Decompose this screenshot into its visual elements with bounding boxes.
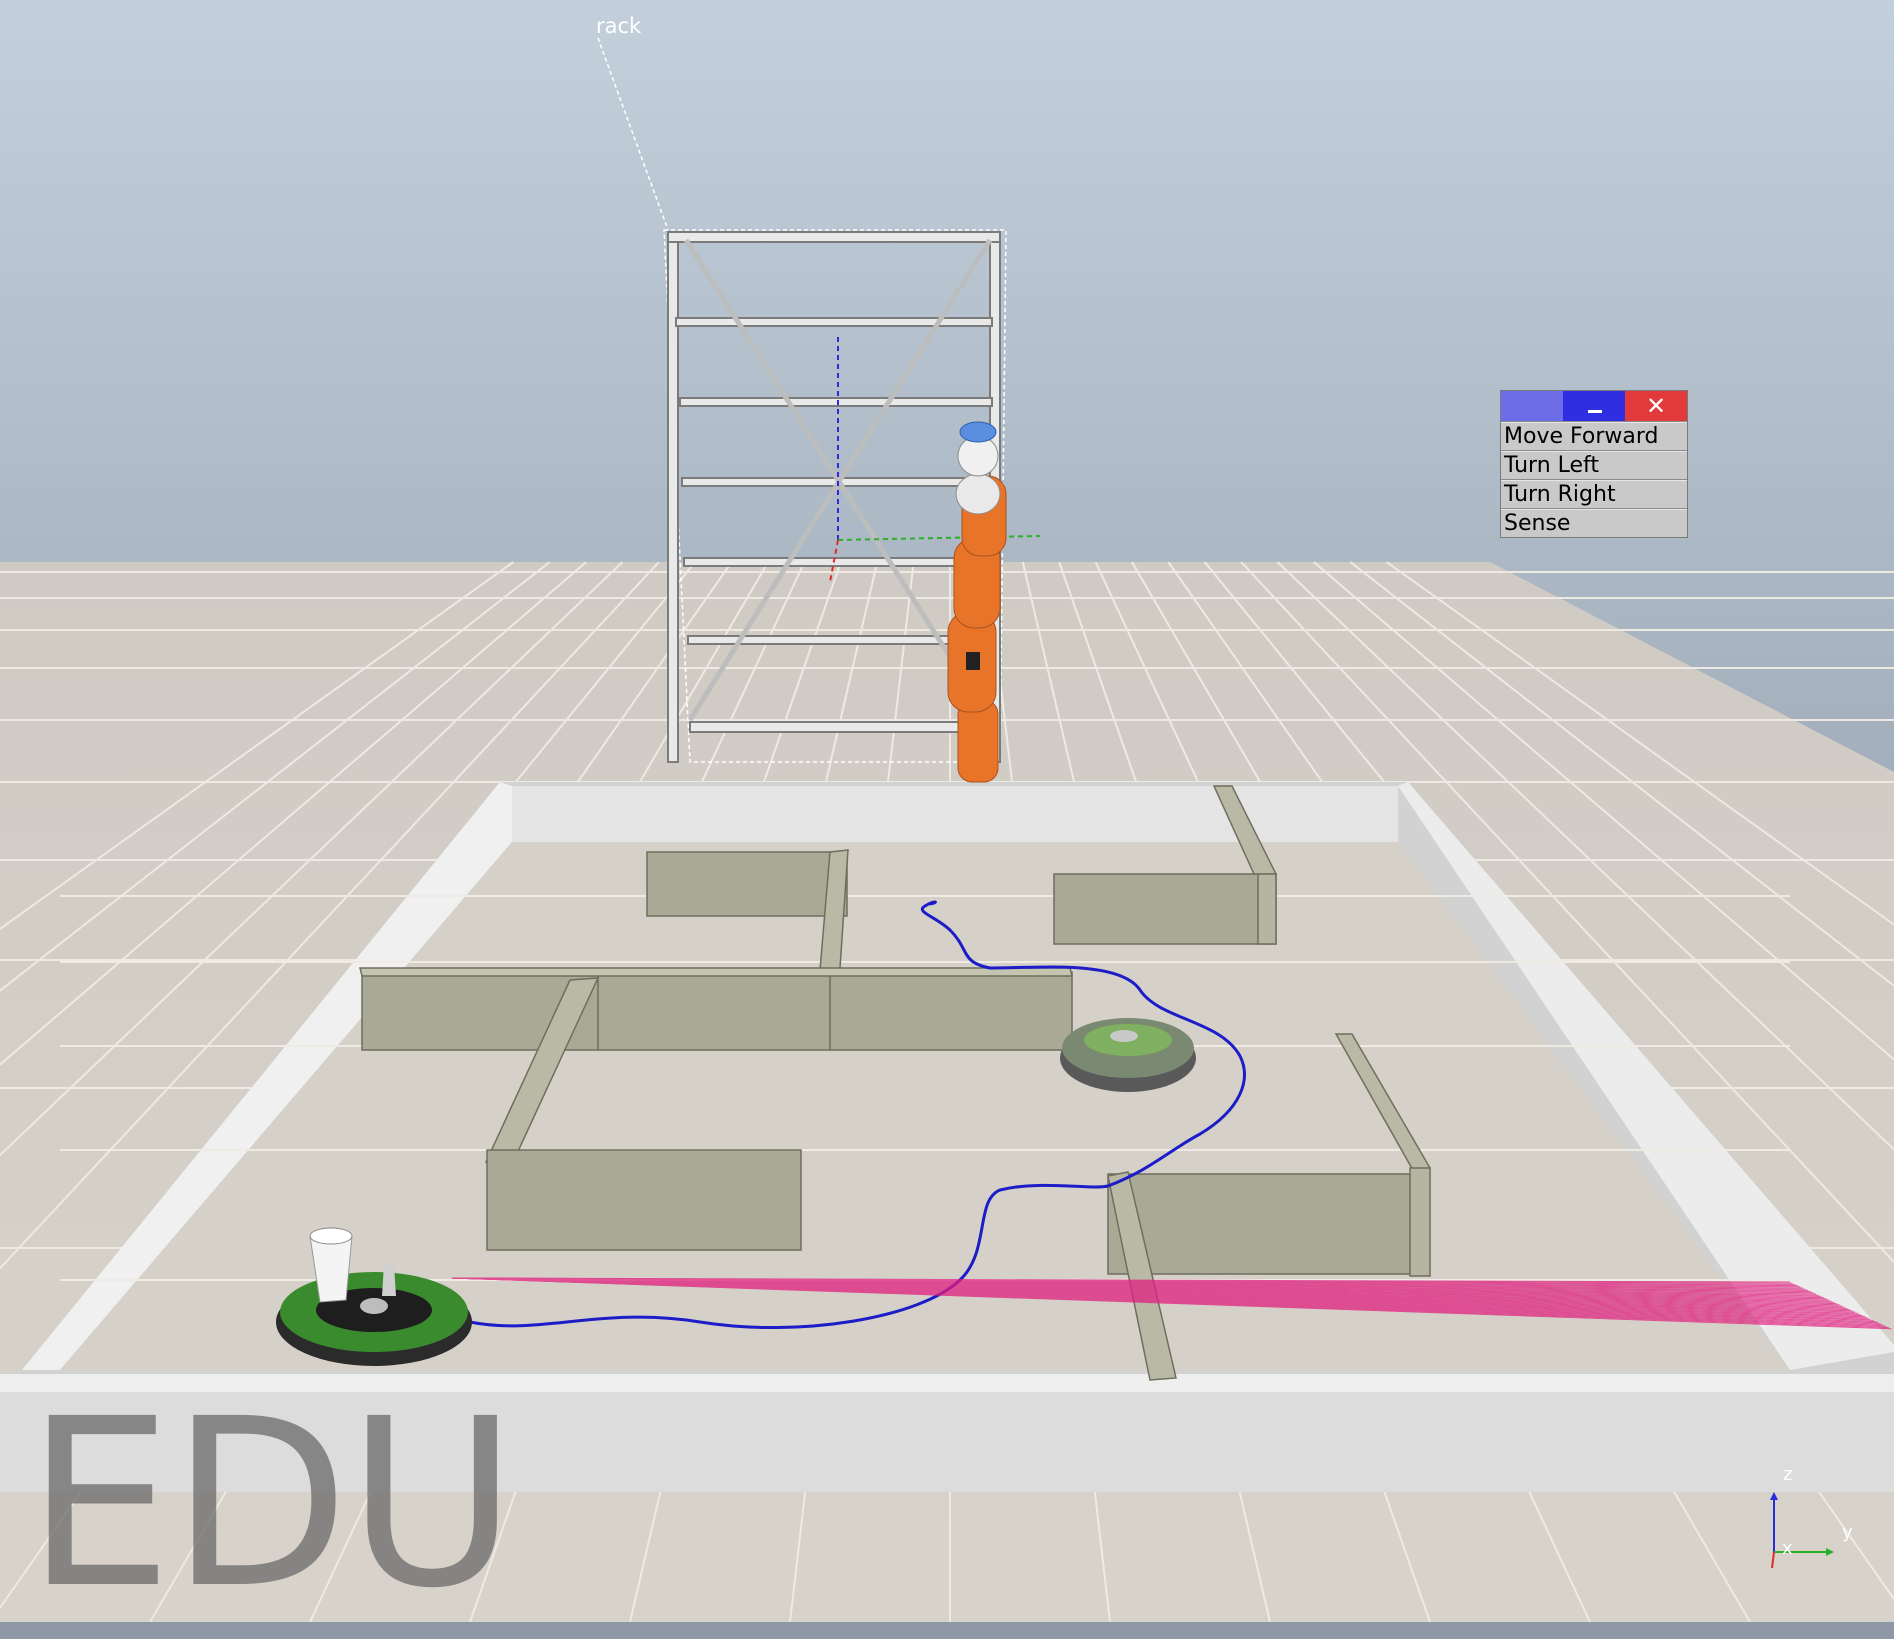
edu-watermark: EDU bbox=[26, 1369, 517, 1639]
menu-item-move-forward[interactable]: Move Forward bbox=[1501, 421, 1687, 450]
command-window[interactable]: ✕ Move Forward Turn Left Turn Right Sens… bbox=[1500, 390, 1688, 538]
command-window-titlebar[interactable]: ✕ bbox=[1501, 391, 1687, 421]
axis-label-y: y bbox=[1842, 1522, 1853, 1543]
axis-label-x: x bbox=[1782, 1538, 1793, 1559]
menu-item-sense[interactable]: Sense bbox=[1501, 508, 1687, 537]
robot-vacuum-secondary[interactable] bbox=[1060, 1018, 1196, 1092]
minimize-button[interactable] bbox=[1563, 391, 1625, 421]
close-button[interactable]: ✕ bbox=[1625, 391, 1687, 421]
close-icon: ✕ bbox=[1645, 392, 1667, 420]
menu-item-turn-right[interactable]: Turn Right bbox=[1501, 479, 1687, 508]
titlebar-drag-area[interactable] bbox=[1501, 391, 1563, 421]
selected-object-label: rack bbox=[596, 14, 642, 38]
minimize-icon bbox=[1588, 410, 1602, 413]
axis-label-z: z bbox=[1783, 1464, 1793, 1485]
menu-item-turn-left[interactable]: Turn Left bbox=[1501, 450, 1687, 479]
